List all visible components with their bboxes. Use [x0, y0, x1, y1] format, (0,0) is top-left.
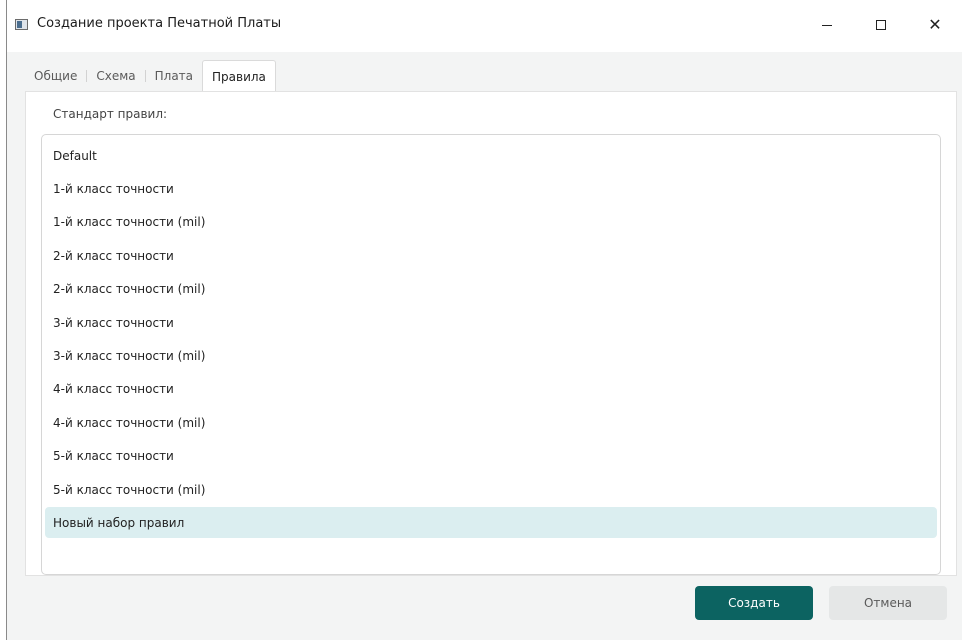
app-window-icon: [15, 19, 28, 30]
tab-board[interactable]: Плата: [146, 60, 202, 92]
list-item[interactable]: 1-й класс точности: [45, 173, 937, 204]
rules-panel: Стандарт правил: Default 1-й класс точно…: [25, 91, 957, 576]
list-item[interactable]: Default: [45, 140, 937, 171]
list-item-label: 5-й класс точности (mil): [53, 482, 206, 497]
list-item-label: 4-й класс точности: [53, 381, 174, 396]
list-item-label: 2-й класс точности (mil): [53, 281, 206, 296]
tab-general[interactable]: Общие: [25, 60, 86, 92]
list-item[interactable]: 5-й класс точности: [45, 440, 937, 471]
create-button[interactable]: Создать: [695, 586, 813, 620]
minimize-button[interactable]: [804, 0, 850, 50]
close-button[interactable]: ✕: [912, 0, 958, 50]
list-item[interactable]: 3-й класс точности: [45, 307, 937, 338]
cancel-button[interactable]: Отмена: [829, 586, 947, 620]
list-item[interactable]: 2-й класс точности: [45, 240, 937, 271]
tab-label: Схема: [96, 69, 136, 83]
list-item[interactable]: 2-й класс точности (mil): [45, 273, 937, 304]
list-item-label: 2-й класс точности: [53, 248, 174, 263]
list-item-label: Новый набор правил: [53, 515, 185, 530]
tab-bar: Общие Схема Плата Правила: [25, 60, 276, 93]
rules-standard-list[interactable]: Default 1-й класс точности 1-й класс точ…: [41, 134, 941, 575]
maximize-button[interactable]: [858, 0, 904, 50]
dialog-window: Создание проекта Печатной Платы ✕ Общие …: [6, 0, 962, 640]
tab-rules[interactable]: Правила: [202, 60, 276, 93]
dialog-content: Общие Схема Плата Правила Стандарт прави…: [7, 52, 962, 640]
list-item[interactable]: 3-й класс точности (mil): [45, 340, 937, 371]
list-item[interactable]: 4-й класс точности: [45, 373, 937, 404]
list-item-label: 3-й класс точности: [53, 315, 174, 330]
title-bar[interactable]: Создание проекта Печатной Платы ✕: [7, 0, 962, 52]
tab-label: Общие: [34, 69, 78, 83]
rules-standard-label: Стандарт правил:: [53, 107, 168, 121]
list-item-selected[interactable]: Новый набор правил: [45, 507, 937, 538]
window-title: Создание проекта Печатной Платы: [37, 16, 282, 31]
list-item[interactable]: 1-й класс точности (mil): [45, 206, 937, 237]
close-icon: ✕: [928, 15, 942, 34]
list-item[interactable]: 5-й класс точности (mil): [45, 474, 937, 505]
list-item-label: 1-й класс точности (mil): [53, 214, 206, 229]
list-item-label: Default: [53, 148, 97, 163]
list-item-label: 4-й класс точности (mil): [53, 415, 206, 430]
tab-label: Плата: [154, 69, 194, 83]
tab-label: Правила: [212, 70, 266, 84]
list-item-label: 5-й класс точности: [53, 448, 174, 463]
maximize-icon: [876, 20, 886, 30]
minimize-icon: [822, 24, 832, 26]
list-item[interactable]: 4-й класс точности (mil): [45, 407, 937, 438]
list-item-label: 1-й класс точности: [53, 181, 174, 196]
list-item-label: 3-й класс точности (mil): [53, 348, 206, 363]
tab-schematic[interactable]: Схема: [87, 60, 144, 92]
